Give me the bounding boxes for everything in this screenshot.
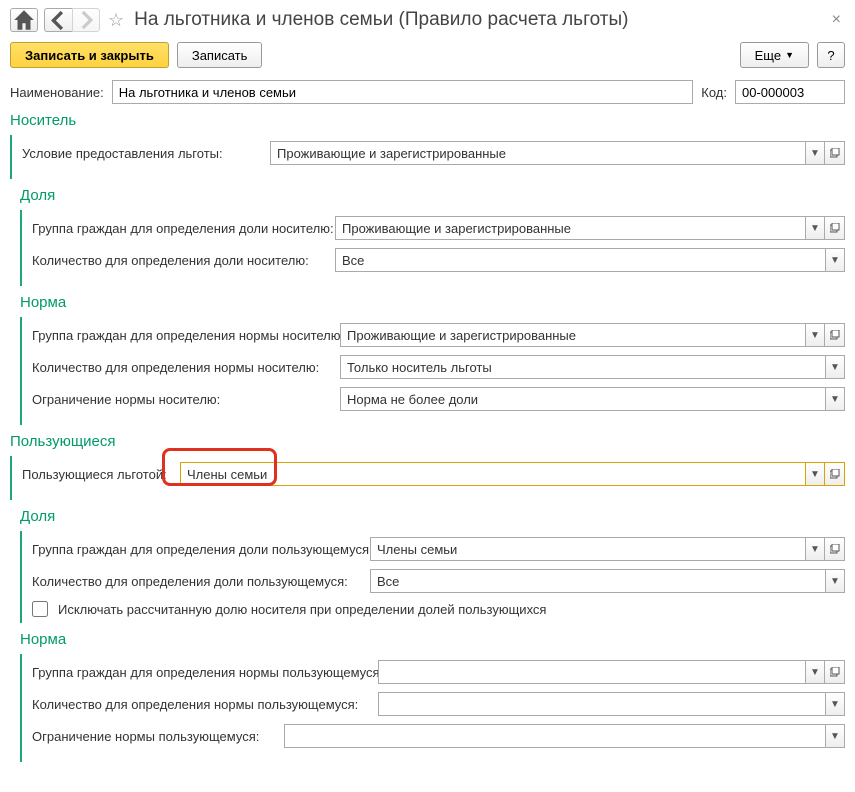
page-title: На льготника и членов семьи (Правило рас…: [134, 9, 822, 31]
section-polz: Пользующиеся: [10, 433, 845, 450]
chevron-down-icon: ▼: [785, 50, 794, 60]
polz-dolya-group-label: Группа граждан для определения доли поль…: [32, 542, 362, 557]
open-icon[interactable]: [825, 141, 845, 165]
open-icon[interactable]: [825, 323, 845, 347]
polz-lgota-combo[interactable]: Члены семьи ▼: [180, 462, 845, 486]
forward-button[interactable]: [72, 8, 100, 32]
section-nositel: Носитель: [10, 112, 845, 129]
home-button[interactable]: [10, 8, 38, 32]
close-icon[interactable]: ×: [828, 11, 845, 29]
dropdown-icon[interactable]: ▼: [805, 462, 825, 486]
dropdown-icon[interactable]: ▼: [825, 724, 845, 748]
dropdown-icon[interactable]: ▼: [805, 323, 825, 347]
dolya-count-label: Количество для определения доли носителю…: [32, 253, 327, 268]
norma-group-label: Группа граждан для определения нормы нос…: [32, 328, 332, 343]
open-icon[interactable]: [825, 216, 845, 240]
more-button[interactable]: Еще ▼: [740, 42, 809, 68]
dropdown-icon[interactable]: ▼: [825, 248, 845, 272]
section-norma-polz: Норма: [20, 631, 845, 648]
save-close-button[interactable]: Записать и закрыть: [10, 42, 169, 68]
polz-dolya-count-combo[interactable]: Все ▼: [370, 569, 845, 593]
section-dolya-polz: Доля: [20, 508, 845, 525]
polz-norma-group-combo[interactable]: ▼: [378, 660, 845, 684]
polz-norma-count-combo[interactable]: ▼: [378, 692, 845, 716]
polz-dolya-count-label: Количество для определения доли пользующ…: [32, 574, 362, 589]
help-button[interactable]: ?: [817, 42, 845, 68]
dolya-count-combo[interactable]: Все ▼: [335, 248, 845, 272]
norma-limit-combo[interactable]: Норма не более доли ▼: [340, 387, 845, 411]
dropdown-icon[interactable]: ▼: [825, 355, 845, 379]
norma-limit-label: Ограничение нормы носителю:: [32, 392, 332, 407]
polz-norma-limit-label: Ограничение нормы пользующемуся:: [32, 729, 276, 744]
save-button[interactable]: Записать: [177, 42, 263, 68]
norma-group-combo[interactable]: Проживающие и зарегистрированные ▼: [340, 323, 845, 347]
open-icon[interactable]: [825, 537, 845, 561]
norma-count-combo[interactable]: Только носитель льготы ▼: [340, 355, 845, 379]
name-label: Наименование:: [10, 85, 104, 100]
open-icon[interactable]: [825, 462, 845, 486]
name-input[interactable]: [112, 80, 694, 104]
section-norma-nositel: Норма: [20, 294, 845, 311]
favorite-icon[interactable]: ☆: [108, 10, 124, 31]
dropdown-icon[interactable]: ▼: [825, 692, 845, 716]
code-input[interactable]: [735, 80, 845, 104]
exclude-checkbox[interactable]: [32, 601, 48, 617]
dolya-group-label: Группа граждан для определения доли носи…: [32, 221, 327, 236]
exclude-label: Исключать рассчитанную долю носителя при…: [58, 602, 546, 617]
back-button[interactable]: [44, 8, 72, 32]
open-icon[interactable]: [825, 660, 845, 684]
dolya-group-combo[interactable]: Проживающие и зарегистрированные ▼: [335, 216, 845, 240]
dropdown-icon[interactable]: ▼: [825, 387, 845, 411]
dropdown-icon[interactable]: ▼: [805, 216, 825, 240]
code-label: Код:: [701, 85, 727, 100]
dropdown-icon[interactable]: ▼: [805, 537, 825, 561]
dropdown-icon[interactable]: ▼: [825, 569, 845, 593]
polz-norma-count-label: Количество для определения нормы пользую…: [32, 697, 370, 712]
polz-norma-limit-combo[interactable]: ▼: [284, 724, 845, 748]
norma-count-label: Количество для определения нормы носител…: [32, 360, 332, 375]
polz-dolya-group-combo[interactable]: Члены семьи ▼: [370, 537, 845, 561]
polz-lgota-label: Пользующиеся льготой:: [22, 467, 172, 482]
polz-norma-group-label: Группа граждан для определения нормы пол…: [32, 665, 370, 680]
uslovie-label: Условие предоставления льготы:: [22, 146, 262, 161]
uslovie-combo[interactable]: Проживающие и зарегистрированные ▼: [270, 141, 845, 165]
dropdown-icon[interactable]: ▼: [805, 141, 825, 165]
dropdown-icon[interactable]: ▼: [805, 660, 825, 684]
section-dolya-nositel: Доля: [20, 187, 845, 204]
